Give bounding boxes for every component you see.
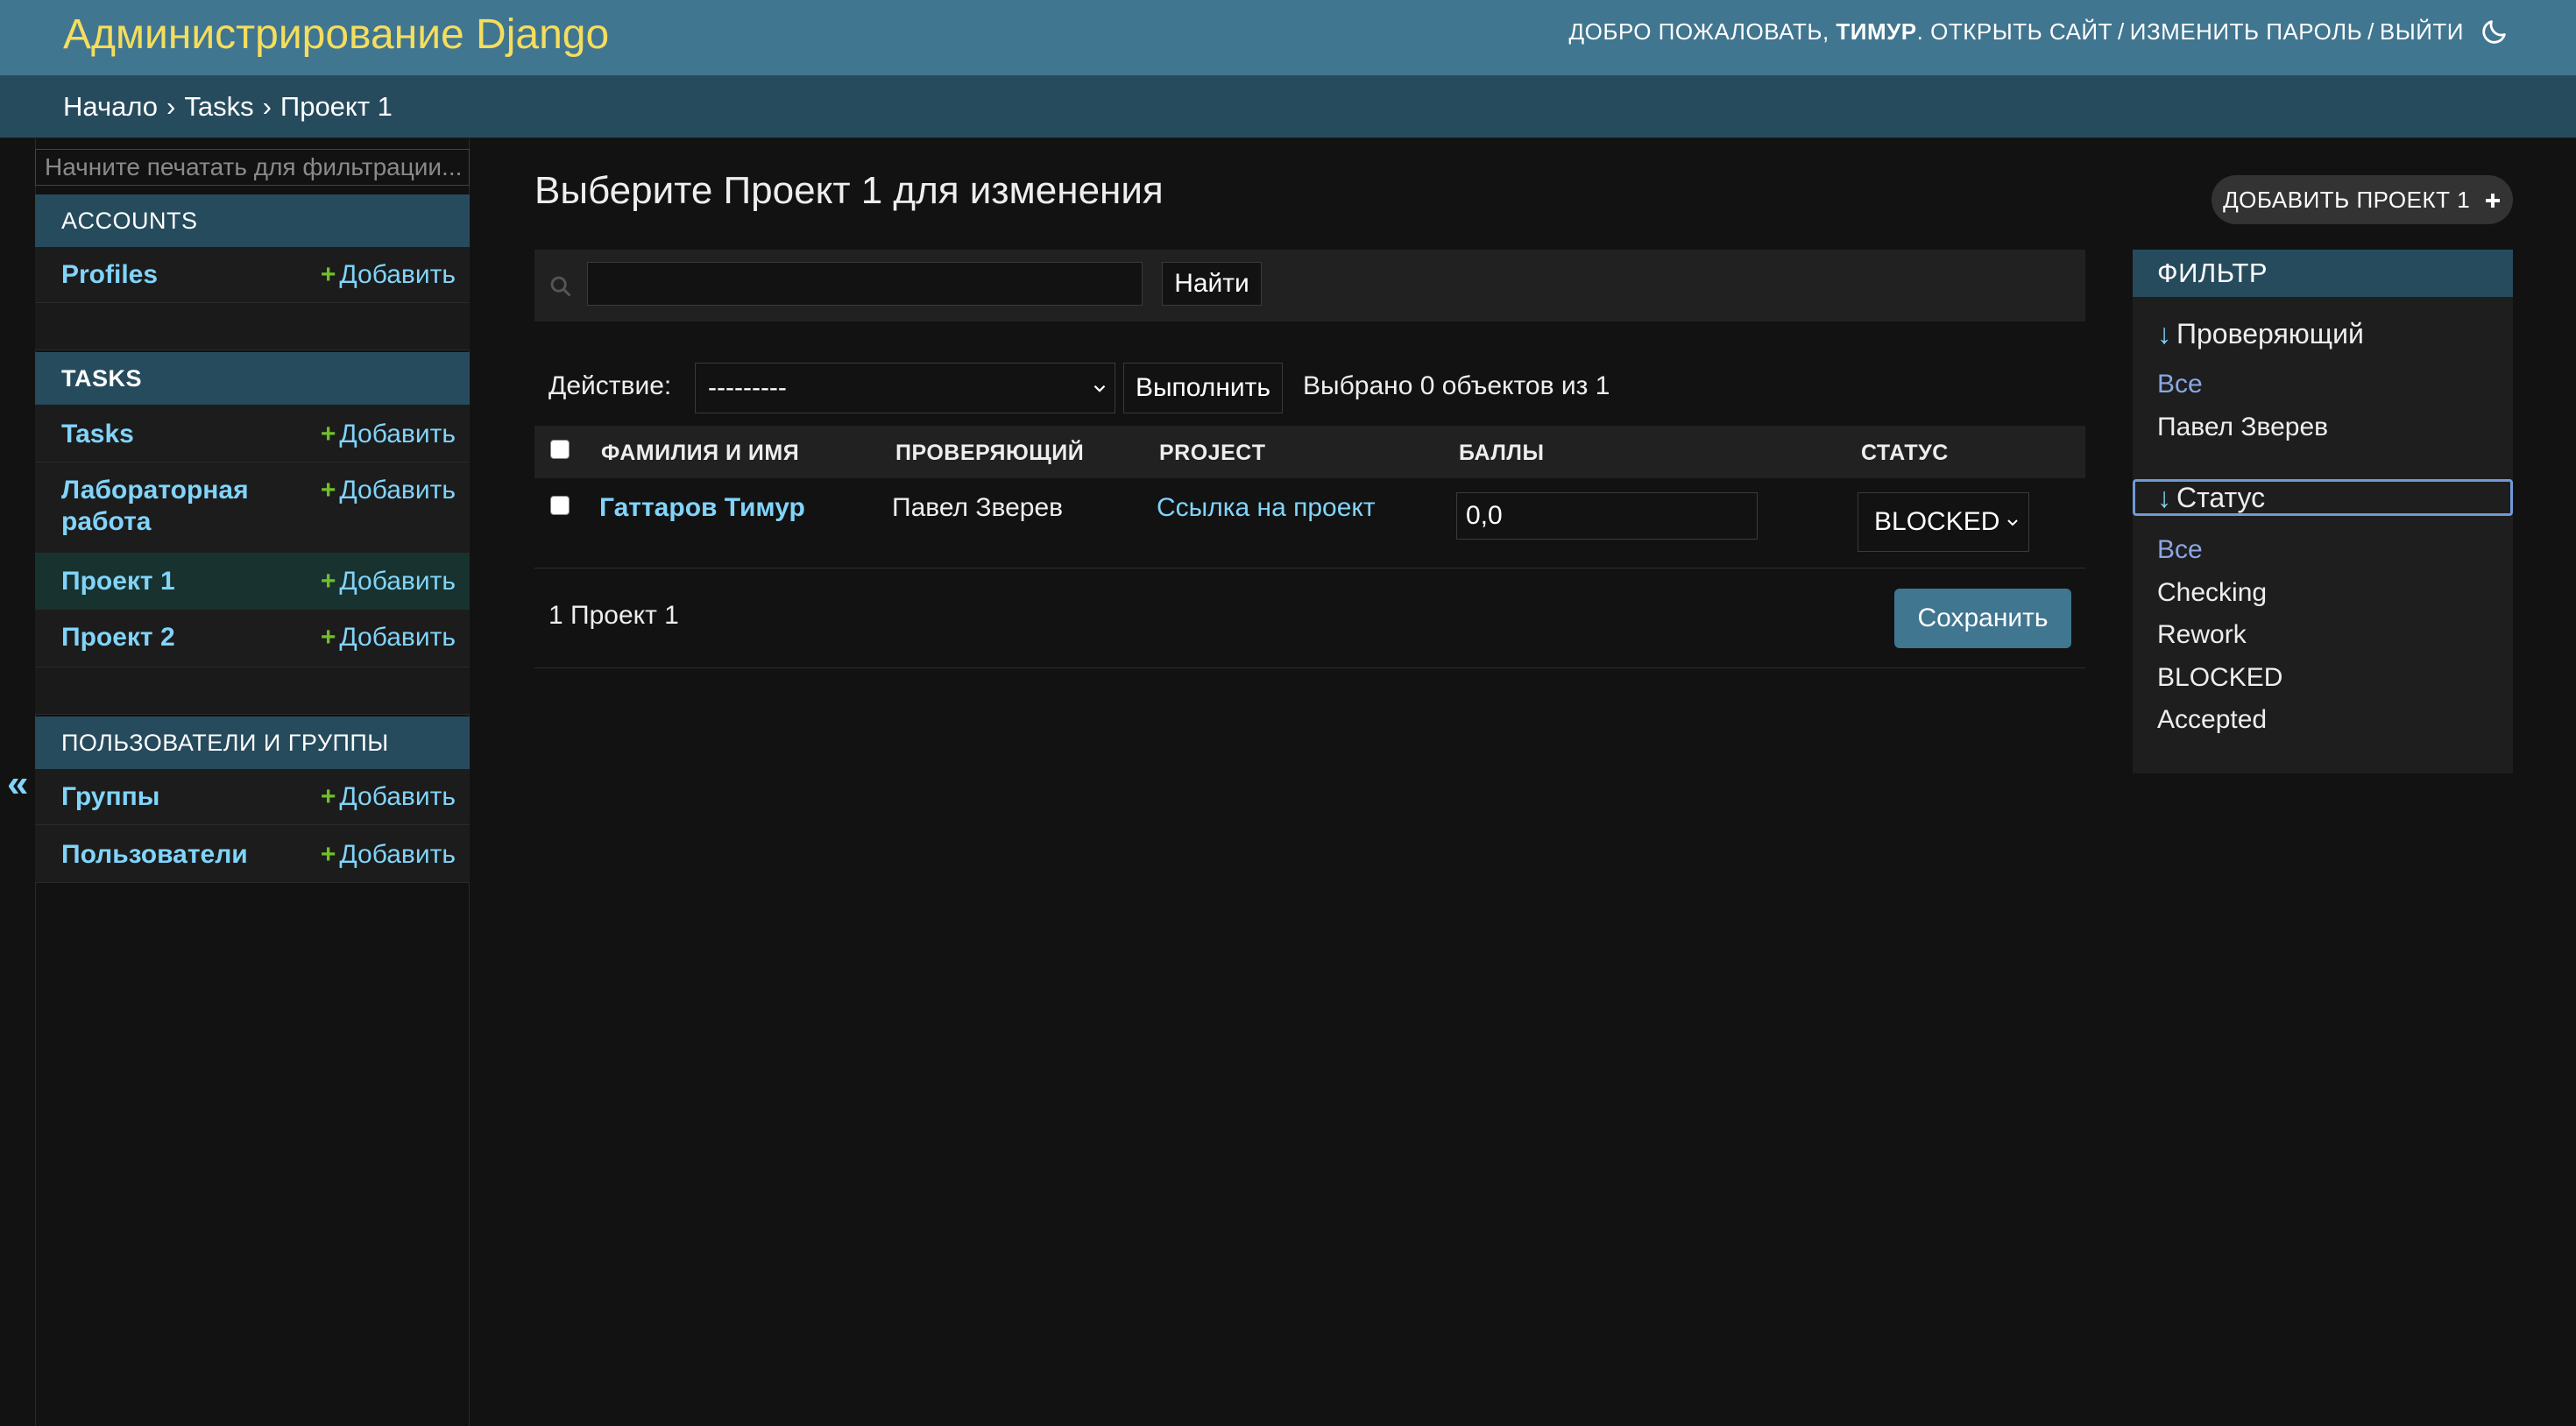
paginator: 1 Проект 1 Сохранить — [534, 569, 2085, 668]
filter-reviewer-all[interactable]: Все — [2157, 367, 2203, 402]
breadcrumb-home[interactable]: Начало — [63, 91, 158, 122]
sidebar-filter-input[interactable]: Начните печатать для фильтрации... — [35, 149, 470, 186]
score-input[interactable]: 0,0 — [1456, 492, 1758, 540]
result-count: 1 Проект 1 — [548, 601, 679, 630]
arrow-down-icon: ↓ — [2157, 318, 2171, 349]
module-spacer — [35, 667, 470, 715]
filter-status-checking[interactable]: Checking — [2157, 575, 2267, 611]
sidebar-item-label[interactable]: Лабораторная работа — [61, 475, 289, 538]
view-site-link[interactable]: ОТКРЫТЬ САЙТ — [1930, 16, 2112, 47]
sidebar-item-profiles: Profiles + Добавить — [35, 247, 470, 303]
run-action-button[interactable]: Выполнить — [1123, 363, 1283, 413]
row-project-link[interactable]: Ссылка на проект — [1157, 491, 1376, 526]
sidebar-item-label[interactable]: Tasks — [61, 419, 134, 450]
add-lab-work-link[interactable]: + Добавить — [321, 475, 456, 506]
plus-icon — [2485, 194, 2500, 208]
action-label: Действие: — [548, 371, 672, 400]
separator: / — [2367, 18, 2374, 45]
breadcrumb-separator: › — [166, 91, 176, 122]
actions-bar: Действие: --------- Выполнить Выбрано 0 … — [534, 359, 2085, 417]
add-project-2-link[interactable]: + Добавить — [321, 622, 456, 653]
sidebar-item-label[interactable]: Группы — [61, 781, 159, 813]
arrow-down-icon: ↓ — [2157, 482, 2171, 513]
select-all-checkbox[interactable] — [550, 440, 570, 459]
status-select[interactable]: BLOCKED — [1858, 492, 2029, 552]
breadcrumb-separator: › — [262, 91, 272, 122]
action-counter: Выбрано 0 объектов из 1 — [1303, 371, 1610, 400]
sidebar-item-lab-work: Лабораторная работа + Добавить — [35, 462, 470, 554]
toggle-sidebar-button[interactable]: « — [7, 762, 28, 806]
chevron-down-icon — [2007, 519, 2018, 526]
filter-title: ФИЛЬТР — [2133, 250, 2513, 297]
sidebar-item-groups: Группы + Добавить — [35, 769, 470, 825]
welcome-text: ДОБРО ПОЖАЛОВАТЬ, — [1568, 18, 1829, 45]
module-caption-auth[interactable]: ПОЛЬЗОВАТЕЛИ И ГРУППЫ — [35, 717, 470, 769]
search-icon — [550, 276, 571, 297]
filter-status-all[interactable]: Все — [2157, 533, 2203, 568]
table-row: Гаттаров Тимур Павел Зверев Ссылка на пр… — [534, 480, 2085, 568]
column-header-name[interactable]: ФАМИЛИЯ И ИМЯ — [601, 426, 799, 480]
sidebar-item-label[interactable]: Проект 2 — [61, 622, 175, 653]
row-reviewer: Павел Зверев — [892, 493, 1064, 522]
breadcrumb: Начало › Tasks › Проект 1 — [0, 75, 2576, 138]
row-name-link[interactable]: Гаттаров Тимур — [599, 491, 805, 526]
breadcrumb-current: Проект 1 — [280, 91, 393, 122]
save-button[interactable]: Сохранить — [1894, 589, 2071, 648]
column-header-project[interactable]: PROJECT — [1159, 426, 1266, 480]
module-caption-tasks[interactable]: TASKS — [35, 352, 470, 405]
change-password-link[interactable]: ИЗМЕНИТЬ ПАРОЛЬ — [2130, 16, 2362, 47]
add-profiles-link[interactable]: + Добавить — [321, 259, 456, 291]
breadcrumb-app[interactable]: Tasks — [184, 91, 253, 122]
sidebar-item-label[interactable]: Profiles — [61, 259, 158, 291]
column-header-score[interactable]: БАЛЛЫ — [1459, 426, 1544, 480]
sidebar-item-tasks: Tasks + Добавить — [35, 405, 470, 462]
action-select[interactable]: --------- — [695, 363, 1115, 413]
filter-reviewer-option[interactable]: Павел Зверев — [2157, 410, 2328, 445]
filter-status-accepted[interactable]: Accepted — [2157, 702, 2267, 738]
table-header: ФАМИЛИЯ И ИМЯ ПРОВЕРЯЮЩИЙ PROJECT БАЛЛЫ … — [534, 426, 2085, 478]
user-tools: ДОБРО ПОЖАЛОВАТЬ, ТИМУР. ОТКРЫТЬ САЙТ / … — [1569, 16, 2509, 47]
filter-reviewer-toggle[interactable]: ↓ Проверяющий — [2157, 316, 2364, 351]
search-input[interactable] — [587, 262, 1143, 306]
search-toolbar: Найти — [534, 250, 2085, 321]
module-caption-accounts[interactable]: ACCOUNTS — [35, 194, 470, 247]
column-header-reviewer[interactable]: ПРОВЕРЯЮЩИЙ — [895, 426, 1084, 480]
sidebar-item-label[interactable]: Пользователи — [61, 839, 248, 871]
sidebar-item-project-1: Проект 1 + Добавить — [35, 554, 470, 610]
search-button[interactable]: Найти — [1162, 262, 1262, 306]
column-header-status[interactable]: СТАТУС — [1861, 426, 1949, 480]
filter-status-toggle[interactable]: ↓ Статус — [2133, 479, 2513, 516]
site-branding[interactable]: Администрирование Django — [63, 7, 609, 63]
filter-status-rework[interactable]: Rework — [2157, 618, 2247, 653]
add-users-link[interactable]: + Добавить — [321, 839, 456, 871]
module-spacer — [35, 303, 470, 350]
header: Администрирование Django ДОБРО ПОЖАЛОВАТ… — [0, 0, 2576, 75]
filter-status-blocked[interactable]: BLOCKED — [2157, 660, 2282, 695]
add-project-button[interactable]: ДОБАВИТЬ ПРОЕКТ 1 — [2212, 175, 2513, 224]
filter-panel: ФИЛЬТР ↓ Проверяющий Все Павел Зверев ↓ Ст… — [2133, 250, 2513, 773]
sidebar-item-users: Пользователи + Добавить — [35, 825, 470, 883]
page-title: Выберите Проект 1 для изменения — [534, 169, 1164, 212]
logout-link[interactable]: ВЫЙТИ — [2380, 16, 2464, 47]
theme-toggle-moon-icon[interactable] — [2480, 17, 2509, 46]
add-groups-link[interactable]: + Добавить — [321, 781, 456, 813]
sidebar-item-label[interactable]: Проект 1 — [61, 566, 175, 597]
add-project-1-link[interactable]: + Добавить — [321, 566, 456, 597]
separator: / — [2118, 18, 2125, 45]
row-checkbox[interactable] — [550, 496, 570, 515]
username: ТИМУР — [1836, 18, 1917, 45]
chevron-down-icon — [1093, 385, 1106, 392]
add-tasks-link[interactable]: + Добавить — [321, 419, 456, 450]
sidebar-item-project-2: Проект 2 + Добавить — [35, 610, 470, 667]
